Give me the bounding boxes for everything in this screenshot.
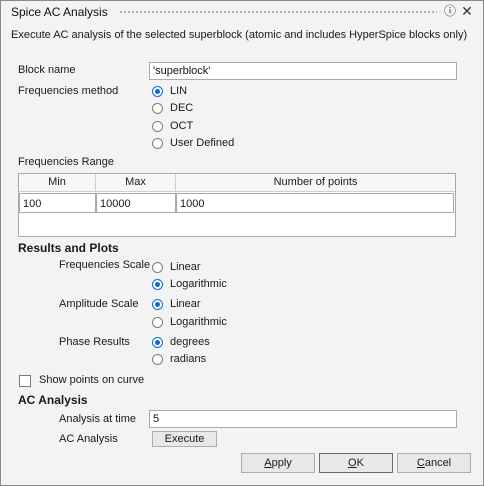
- column-header-max[interactable]: Max: [96, 174, 176, 192]
- radio-label: DEC: [170, 102, 194, 114]
- radio-label: Logarithmic: [170, 316, 227, 328]
- radio-button-selected[interactable]: [152, 278, 163, 290]
- frequencies-method-label: Frequencies method: [18, 85, 119, 97]
- apply-button[interactable]: Apply: [241, 453, 315, 473]
- radio-dec[interactable]: DEC: [152, 100, 193, 116]
- radio-button-selected[interactable]: [152, 336, 163, 348]
- radio-frequencies-linear[interactable]: Linear: [152, 259, 201, 275]
- radio-phase-radians[interactable]: radians: [152, 351, 206, 367]
- ok-button[interactable]: OK: [319, 453, 393, 473]
- show-points-checkbox[interactable]: [19, 375, 31, 387]
- apply-mnemonic: A: [264, 457, 272, 469]
- radio-lin[interactable]: LIN: [152, 83, 187, 99]
- amplitude-scale-label: Amplitude Scale: [59, 298, 139, 310]
- radio-frequencies-logarithmic[interactable]: Logarithmic: [152, 276, 227, 292]
- radio-amplitude-linear[interactable]: Linear: [152, 296, 201, 312]
- radio-button[interactable]: [152, 353, 163, 365]
- close-icon[interactable]: ✕: [460, 4, 474, 18]
- phase-results-label: Phase Results: [59, 336, 130, 348]
- show-points-label: Show points on curve: [39, 374, 145, 386]
- radio-label: Logarithmic: [170, 278, 227, 290]
- apply-label-rest: pply: [271, 457, 292, 469]
- window-title: Spice AC Analysis: [11, 5, 108, 19]
- description-text: Execute AC analysis of the selected supe…: [11, 29, 468, 41]
- radio-button[interactable]: [152, 120, 163, 132]
- radio-button[interactable]: [152, 102, 163, 114]
- radio-label: LIN: [170, 85, 188, 97]
- radio-label: degrees: [170, 336, 210, 348]
- block-name-label: Block name: [18, 64, 76, 76]
- title-bar[interactable]: Spice AC Analysis ⓘ ✕: [1, 1, 483, 23]
- column-header-number-of-points[interactable]: Number of points: [176, 174, 455, 192]
- ok-label-rest: K: [356, 457, 364, 469]
- cancel-button[interactable]: Cancel: [397, 453, 471, 473]
- frequencies-range-table: Min Max Number of points 100 10000 1000: [18, 173, 456, 237]
- execute-button[interactable]: Execute: [152, 431, 217, 447]
- radio-label: OCT: [170, 120, 194, 132]
- radio-button[interactable]: [152, 137, 163, 149]
- cell-min[interactable]: 100: [19, 193, 96, 213]
- results-heading: Results and Plots: [18, 241, 119, 255]
- drag-grip[interactable]: [119, 10, 437, 15]
- radio-label: radians: [170, 353, 207, 365]
- radio-label: Linear: [170, 298, 201, 310]
- radio-label: Linear: [170, 261, 201, 273]
- cancel-label-rest: ancel: [424, 457, 452, 469]
- radio-oct[interactable]: OCT: [152, 118, 193, 134]
- spice-ac-analysis-dialog: Spice AC Analysis ⓘ ✕ Execute AC analysi…: [0, 0, 484, 486]
- ac-analysis-run-label: AC Analysis: [59, 433, 118, 445]
- radio-label: User Defined: [170, 137, 235, 149]
- radio-button-selected[interactable]: [152, 85, 163, 97]
- frequencies-scale-label: Frequencies Scale: [59, 259, 151, 271]
- frequencies-range-label: Frequencies Range: [18, 156, 115, 168]
- cell-number-of-points[interactable]: 1000: [176, 193, 454, 213]
- cancel-mnemonic: C: [416, 457, 425, 469]
- ok-mnemonic: O: [348, 457, 357, 469]
- radio-amplitude-logarithmic[interactable]: Logarithmic: [152, 314, 227, 330]
- ac-analysis-heading: AC Analysis: [18, 393, 88, 407]
- cell-max[interactable]: 10000: [96, 193, 176, 213]
- radio-user-defined[interactable]: User Defined: [152, 135, 234, 151]
- analysis-at-time-input[interactable]: 5: [149, 410, 457, 428]
- block-name-input[interactable]: 'superblock': [149, 62, 457, 80]
- radio-button[interactable]: [152, 316, 163, 328]
- radio-phase-degrees[interactable]: degrees: [152, 334, 210, 350]
- radio-button-selected[interactable]: [152, 298, 163, 310]
- help-circle-icon[interactable]: ⓘ: [443, 4, 457, 18]
- column-header-min[interactable]: Min: [19, 174, 96, 192]
- radio-button[interactable]: [152, 261, 163, 273]
- analysis-at-time-label: Analysis at time: [59, 413, 137, 425]
